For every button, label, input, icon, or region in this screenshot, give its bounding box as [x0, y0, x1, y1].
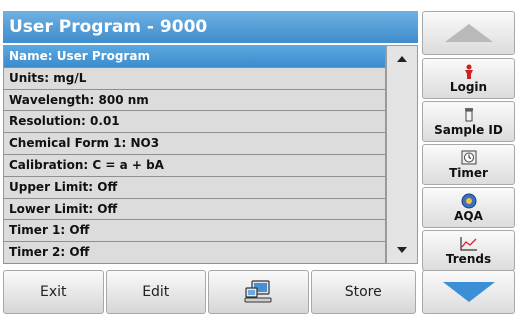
computer-button[interactable]: [208, 270, 309, 314]
store-button[interactable]: Store: [310, 270, 416, 314]
sample-id-button[interactable]: Sample ID: [422, 101, 515, 142]
list-item-units[interactable]: Units: mg/L: [4, 67, 385, 90]
timer-icon: [461, 150, 477, 166]
list-item-calibration[interactable]: Calibration: C = a + bA: [4, 154, 385, 177]
screen: User Program - 9000 Name: User Program U…: [0, 0, 515, 314]
scroll-down-button[interactable]: [387, 239, 417, 261]
arrow-down-icon: [397, 247, 407, 253]
list-item-chemical-form[interactable]: Chemical Form 1: NO3: [4, 133, 385, 155]
list-item-name[interactable]: Name: User Program: [4, 46, 385, 68]
sample-id-label: Sample ID: [434, 122, 503, 137]
exit-button[interactable]: Exit: [3, 270, 104, 314]
nav-down-button[interactable]: [422, 270, 515, 314]
login-label: Login: [449, 79, 488, 94]
person-icon: [463, 64, 475, 80]
timer-label: Timer: [449, 165, 488, 180]
nav-up-button[interactable]: [422, 11, 515, 55]
list-item-timer-2[interactable]: Timer 2: Off: [4, 242, 385, 264]
list-item-lower-limit[interactable]: Lower Limit: Off: [4, 198, 385, 221]
list-scrollbar[interactable]: [386, 45, 418, 264]
list-item-upper-limit[interactable]: Upper Limit: Off: [4, 176, 385, 199]
arrow-up-icon: [444, 24, 493, 42]
trends-button[interactable]: Trends: [422, 230, 515, 271]
right-panel: Login Sample ID Timer AQA Trends: [422, 11, 515, 314]
edit-button[interactable]: Edit: [105, 270, 206, 314]
arrow-down-icon: [442, 282, 495, 302]
page-title: User Program - 9000: [3, 11, 418, 43]
list-item-wavelength[interactable]: Wavelength: 800 nm: [4, 89, 385, 112]
trends-label: Trends: [445, 251, 492, 266]
login-button[interactable]: Login: [422, 58, 515, 99]
arrow-up-icon: [397, 56, 407, 62]
sample-vial-icon: [463, 107, 475, 123]
bottom-toolbar: Exit Edit Store: [3, 270, 418, 314]
computer-icon: [244, 280, 272, 303]
list-item-timer-1[interactable]: Timer 1: Off: [4, 220, 385, 243]
aqa-label: AQA: [454, 208, 483, 223]
aqa-icon: [461, 193, 477, 209]
list-item-resolution[interactable]: Resolution: 0.01: [4, 111, 385, 134]
aqa-button[interactable]: AQA: [422, 187, 515, 228]
program-parameter-list: Name: User Program Units: mg/L Wavelengt…: [3, 45, 386, 264]
timer-button[interactable]: Timer: [422, 144, 515, 185]
trend-chart-icon: [459, 236, 478, 252]
scroll-up-button[interactable]: [387, 48, 417, 70]
